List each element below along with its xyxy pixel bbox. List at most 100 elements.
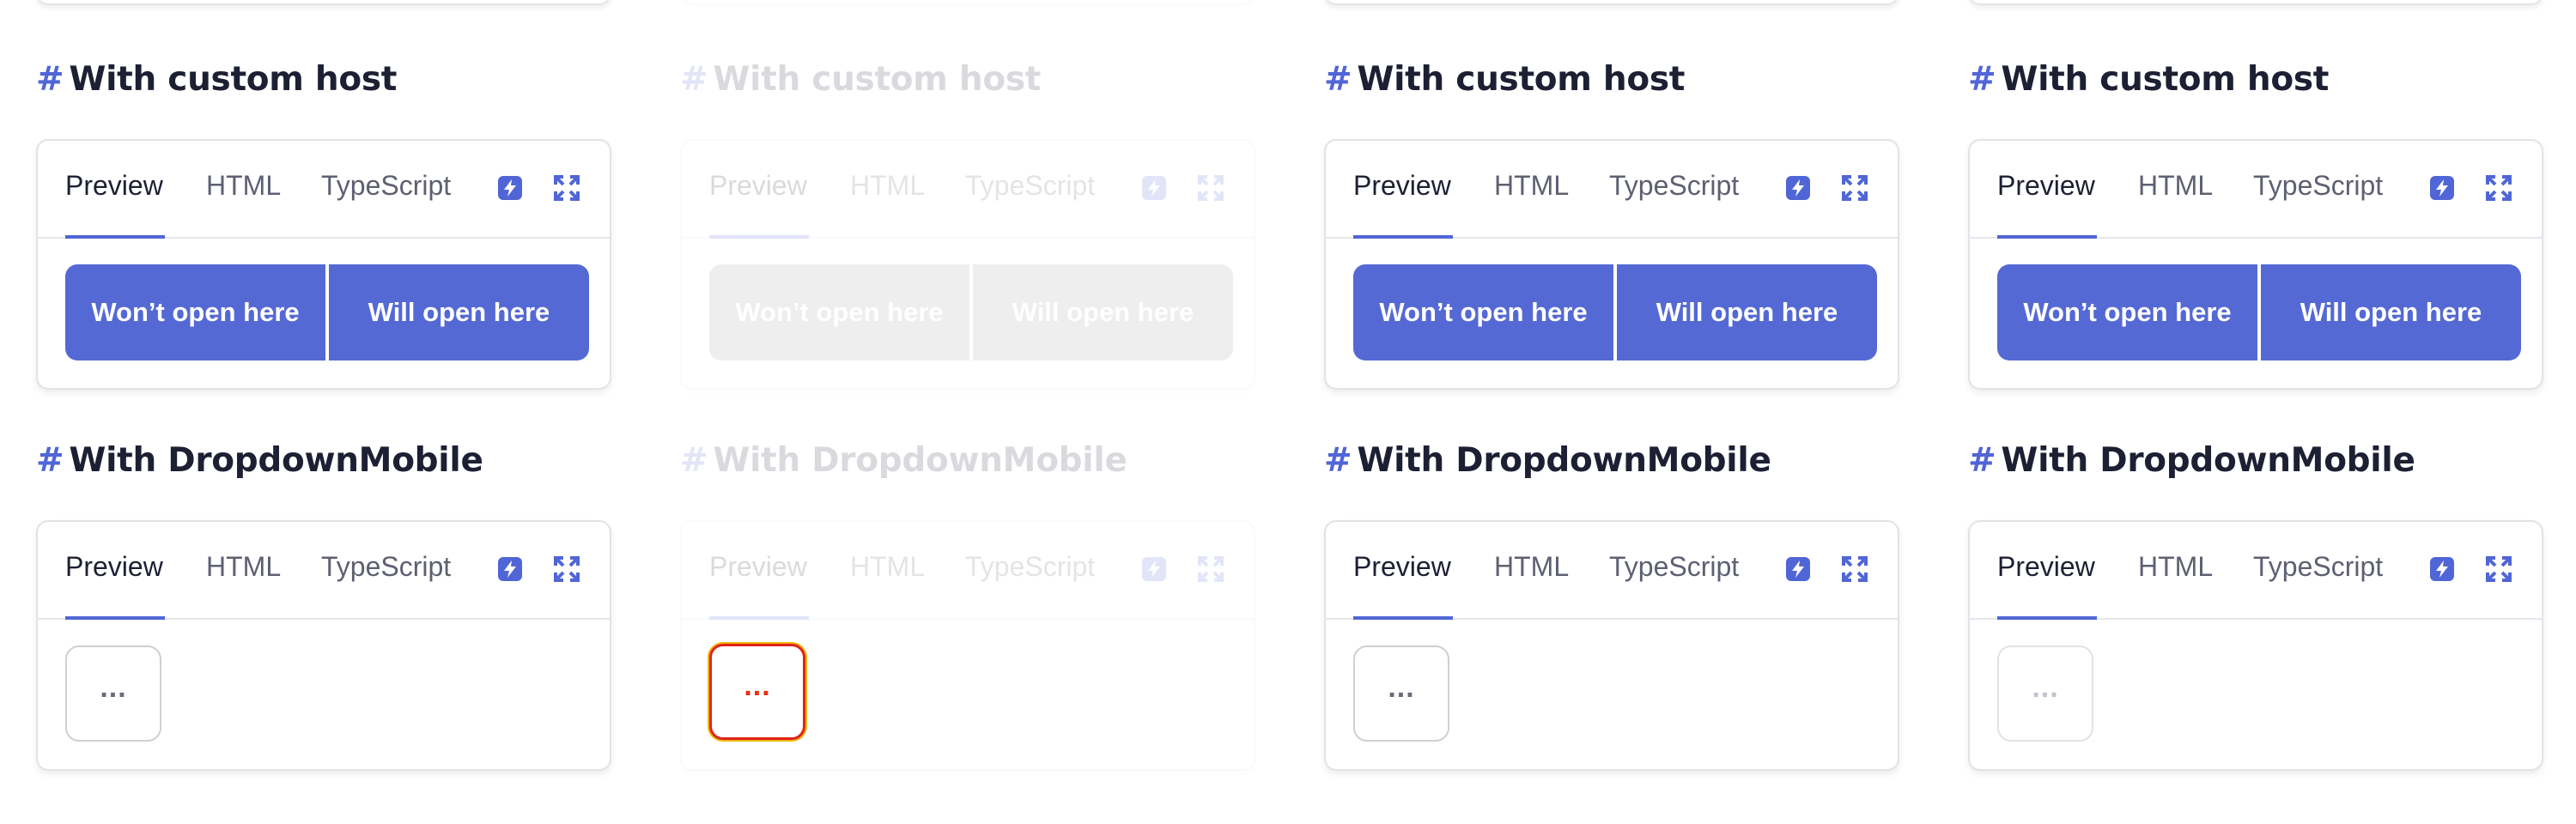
section-title: With DropdownMobile	[1357, 441, 1771, 480]
active-tab-indicator	[709, 235, 809, 239]
section-title: With DropdownMobile	[69, 441, 483, 480]
lightning-icon[interactable]	[1784, 555, 1812, 583]
tab-typescript[interactable]: TypeScript	[321, 551, 451, 583]
tab-typescript[interactable]: TypeScript	[965, 170, 1095, 202]
tab-html[interactable]: HTML	[850, 170, 925, 202]
active-tab-indicator	[1997, 616, 2097, 620]
lightning-icon[interactable]	[1784, 174, 1812, 202]
tab-typescript[interactable]: TypeScript	[2253, 170, 2383, 202]
tab-preview[interactable]: Preview	[1353, 170, 1451, 202]
wont-open-here-button[interactable]: Won’t open here	[1997, 264, 2257, 360]
previous-card-edge	[1968, 0, 2543, 5]
split-button-group: Won’t open here Will open here	[709, 264, 1233, 360]
demo-tabbar: Preview HTML TypeScript	[1970, 522, 2542, 620]
tab-preview[interactable]: Preview	[709, 170, 807, 202]
tab-typescript[interactable]: TypeScript	[1609, 170, 1739, 202]
will-open-here-button[interactable]: Will open here	[1617, 264, 1877, 360]
tab-html[interactable]: HTML	[2138, 551, 2213, 583]
tab-preview[interactable]: Preview	[709, 551, 807, 583]
section-heading-custom-host: # With custom host	[1968, 60, 2329, 99]
more-icon: ...	[100, 671, 127, 704]
expand-icon[interactable]	[1197, 555, 1224, 583]
demo-card-custom-host: Preview HTML TypeScript Won’t open here …	[1324, 139, 1899, 390]
demo-card-dropdown-mobile: Preview HTML TypeScript ...	[36, 520, 611, 771]
demo-tabbar: Preview HTML TypeScript	[682, 522, 1254, 620]
section-title: With DropdownMobile	[713, 441, 1127, 480]
tab-typescript[interactable]: TypeScript	[2253, 551, 2383, 583]
example-column-4: # With custom host Preview HTML TypeScrip…	[1968, 0, 2545, 824]
tab-preview[interactable]: Preview	[65, 551, 163, 583]
tab-preview[interactable]: Preview	[1353, 551, 1451, 583]
expand-icon[interactable]	[553, 174, 580, 202]
expand-icon[interactable]	[1841, 174, 1868, 202]
will-open-here-button[interactable]: Will open here	[2261, 264, 2521, 360]
expand-icon[interactable]	[1841, 555, 1868, 583]
anchor-hash-icon[interactable]: #	[1324, 60, 1352, 99]
tab-html[interactable]: HTML	[2138, 170, 2213, 202]
tab-html[interactable]: HTML	[1494, 170, 1569, 202]
demo-card-dropdown-mobile: Preview HTML TypeScript ...	[1324, 520, 1899, 771]
lightning-icon[interactable]	[1140, 555, 1168, 583]
anchor-hash-icon[interactable]: #	[36, 60, 64, 99]
tab-preview[interactable]: Preview	[65, 170, 163, 202]
lightning-icon[interactable]	[1140, 174, 1168, 202]
example-column-1: # With custom host Preview HTML TypeScrip…	[36, 0, 613, 824]
tab-typescript[interactable]: TypeScript	[1609, 551, 1739, 583]
active-tab-indicator	[1353, 616, 1453, 620]
tab-preview[interactable]: Preview	[1997, 170, 2095, 202]
anchor-hash-icon[interactable]: #	[1968, 60, 1996, 99]
active-tab-indicator	[65, 616, 165, 620]
expand-icon[interactable]	[1197, 174, 1224, 202]
active-tab-indicator	[65, 235, 165, 239]
tab-html[interactable]: HTML	[1494, 551, 1569, 583]
section-heading-dropdown-mobile: # With DropdownMobile	[36, 441, 483, 480]
tab-html[interactable]: HTML	[206, 170, 281, 202]
expand-icon[interactable]	[2485, 555, 2512, 583]
lightning-icon[interactable]	[2428, 174, 2456, 202]
wont-open-here-button[interactable]: Won’t open here	[1353, 264, 1613, 360]
dropdown-mobile-trigger-button[interactable]: ...	[1353, 645, 1449, 742]
more-icon: ...	[2032, 671, 2059, 704]
active-tab-indicator	[709, 616, 809, 620]
expand-icon[interactable]	[2485, 174, 2512, 202]
lightning-icon[interactable]	[496, 555, 524, 583]
section-heading-custom-host: # With custom host	[36, 60, 397, 99]
demo-tabbar: Preview HTML TypeScript	[38, 522, 610, 620]
anchor-hash-icon[interactable]: #	[680, 60, 708, 99]
previous-card-edge	[1324, 0, 1899, 5]
dropdown-mobile-trigger-button[interactable]: ...	[1997, 645, 2093, 742]
tab-html[interactable]: HTML	[850, 551, 925, 583]
lightning-icon[interactable]	[496, 174, 524, 202]
tab-html[interactable]: HTML	[206, 551, 281, 583]
wont-open-here-button[interactable]: Won’t open here	[65, 264, 325, 360]
demo-card-custom-host: Preview HTML TypeScript Won’t open here …	[1968, 139, 2543, 390]
will-open-here-button[interactable]: Will open here	[973, 264, 1233, 360]
tab-typescript[interactable]: TypeScript	[321, 170, 451, 202]
split-button-group: Won’t open here Will open here	[1997, 264, 2521, 360]
anchor-hash-icon[interactable]: #	[680, 441, 708, 480]
anchor-hash-icon[interactable]: #	[1968, 441, 1996, 480]
tab-typescript[interactable]: TypeScript	[965, 551, 1095, 583]
demo-tabbar: Preview HTML TypeScript	[1326, 522, 1898, 620]
dropdown-mobile-trigger-button-focused[interactable]: ...	[709, 644, 805, 740]
split-button-group: Won’t open here Will open here	[1353, 264, 1877, 360]
section-title: With DropdownMobile	[2001, 441, 2415, 480]
previous-card-edge	[680, 0, 1255, 5]
tab-preview[interactable]: Preview	[1997, 551, 2095, 583]
example-column-3: # With custom host Preview HTML TypeScrip…	[1324, 0, 1901, 824]
split-button-group: Won’t open here Will open here	[65, 264, 589, 360]
lightning-icon[interactable]	[2428, 555, 2456, 583]
demo-tabbar: Preview HTML TypeScript	[1326, 141, 1898, 239]
more-icon: ...	[744, 670, 771, 702]
wont-open-here-button[interactable]: Won’t open here	[709, 264, 969, 360]
section-heading-dropdown-mobile: # With DropdownMobile	[1968, 441, 2415, 480]
section-heading-dropdown-mobile: # With DropdownMobile	[680, 441, 1127, 480]
anchor-hash-icon[interactable]: #	[36, 441, 64, 480]
expand-icon[interactable]	[553, 555, 580, 583]
anchor-hash-icon[interactable]: #	[1324, 441, 1352, 480]
active-tab-indicator	[1997, 235, 2097, 239]
will-open-here-button[interactable]: Will open here	[329, 264, 589, 360]
section-title: With custom host	[2001, 60, 2330, 99]
section-heading-custom-host: # With custom host	[680, 60, 1041, 99]
dropdown-mobile-trigger-button[interactable]: ...	[65, 645, 161, 742]
